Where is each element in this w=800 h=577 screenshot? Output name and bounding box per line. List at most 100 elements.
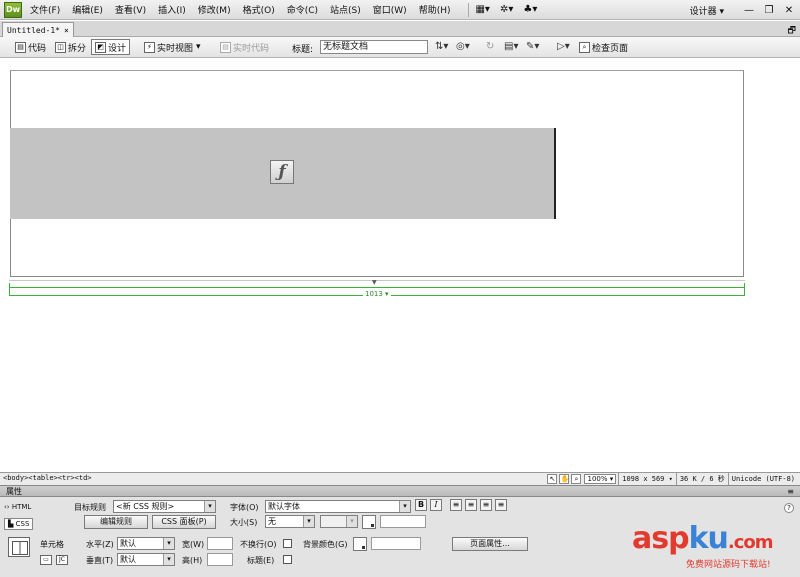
split-view-label: 拆分 xyxy=(68,43,87,54)
document-title-input[interactable]: 无标题文档 xyxy=(320,40,428,54)
layout-icon[interactable]: ▦▾ xyxy=(475,4,489,15)
html-tab[interactable]: ‹› HTML xyxy=(4,503,31,511)
dreamweaver-logo: Dw xyxy=(4,1,22,18)
live-code-button[interactable]: ▤ 实时代码 xyxy=(217,39,272,55)
split-view-button[interactable]: ◫ 拆分 xyxy=(52,39,89,55)
live-code-label: 实时代码 xyxy=(233,43,270,54)
font-select[interactable]: 默认字体 xyxy=(265,500,411,513)
maximize-button[interactable]: ❐ xyxy=(762,5,776,16)
menu-view[interactable]: 查看(V) xyxy=(115,3,146,16)
menu-site[interactable]: 站点(S) xyxy=(330,3,361,16)
menu-edit[interactable]: 编辑(E) xyxy=(72,3,103,16)
size-unit-select[interactable] xyxy=(320,515,358,528)
code-view-icon: ▤ xyxy=(15,41,26,53)
tab-untitled-1[interactable]: Untitled-1* × xyxy=(2,22,74,37)
inspect-page-button[interactable]: ⌕ 检查页面 xyxy=(576,39,631,55)
inspect-page-label: 检查页面 xyxy=(592,43,629,54)
bg-color-label: 背景颜色(G) xyxy=(303,540,348,549)
site-icon[interactable]: ♣▾ xyxy=(523,4,537,15)
align-center-button[interactable]: ≡ xyxy=(465,499,477,511)
table-width-guide[interactable]: ▼ 1013 ▾ xyxy=(9,279,745,298)
code-view-button[interactable]: ▤ 代码 xyxy=(12,39,49,55)
refresh-icon[interactable]: ↻ xyxy=(486,41,494,52)
align-left-button[interactable]: ≡ xyxy=(450,499,462,511)
flash-object[interactable]: ƒ xyxy=(10,128,556,219)
merge-cells-icon[interactable]: ▭ xyxy=(40,555,52,565)
live-view-dropdown-icon[interactable]: ▾ xyxy=(196,42,201,52)
width-guide-left-cap xyxy=(9,283,10,295)
html-icon: ‹› xyxy=(4,503,12,511)
bg-color-swatch[interactable] xyxy=(353,537,367,551)
text-color-input[interactable] xyxy=(380,515,426,528)
inspect-page-icon: ⌕ xyxy=(579,41,590,53)
tab-close-icon[interactable]: × xyxy=(64,26,69,35)
cell-icon xyxy=(8,537,30,557)
select-tool-icon[interactable]: ↖ xyxy=(547,474,558,484)
panel-options-icon[interactable]: ≡ xyxy=(787,486,794,497)
visual-aids-icon[interactable]: ✎▾ xyxy=(526,41,539,52)
help-icon[interactable]: ? xyxy=(784,503,794,513)
properties-panel: ‹› HTML ▙ CSS 目标规则 <新 CSS 规则> 编辑规则 CSS 面… xyxy=(0,497,800,577)
vert-label: 垂直(T) xyxy=(86,556,114,565)
gear-icon[interactable]: ✲▾ xyxy=(500,4,513,15)
menu-bar: Dw 文件(F) 编辑(E) 查看(V) 插入(I) 修改(M) 格式(O) 命… xyxy=(0,0,800,20)
menu-window[interactable]: 窗口(W) xyxy=(373,3,407,16)
zoom-tool-icon[interactable]: ⌕ xyxy=(571,474,582,484)
split-view-icon: ◫ xyxy=(55,41,66,53)
document-tab-bar: Untitled-1* × 🗗 xyxy=(0,21,800,37)
validate-markup-icon[interactable]: ▷▾ xyxy=(557,41,570,52)
cell-width-input[interactable] xyxy=(207,537,233,550)
height-label: 高(H) xyxy=(182,556,203,565)
window-size[interactable]: 1098 x 569 ▾ xyxy=(618,473,676,485)
menu-help[interactable]: 帮助(H) xyxy=(419,3,451,16)
menu-modify[interactable]: 修改(M) xyxy=(198,3,231,16)
menu-file[interactable]: 文件(F) xyxy=(30,3,60,16)
minimize-button[interactable]: — xyxy=(742,5,756,16)
split-cell-icon[interactable]: J̄C xyxy=(56,555,68,565)
target-rule-select[interactable]: <新 CSS 规则> xyxy=(113,500,216,513)
width-label: 宽(W) xyxy=(182,540,205,549)
properties-panel-header[interactable]: 属性 ≡ xyxy=(0,485,800,497)
zoom-select[interactable]: 100% ▾ xyxy=(584,474,617,484)
window-size-value: 1098 x 569 xyxy=(622,475,665,483)
preview-browser-icon[interactable]: ◎▾ xyxy=(456,41,470,52)
justify-button[interactable]: ≡ xyxy=(495,499,507,511)
code-view-label: 代码 xyxy=(28,43,47,54)
nowrap-checkbox[interactable] xyxy=(283,539,292,548)
italic-button[interactable]: I xyxy=(430,499,442,511)
css-panel-button[interactable]: CSS 面板(P) xyxy=(152,515,216,529)
design-canvas[interactable]: ƒ ▼ 1013 ▾ xyxy=(0,59,800,472)
header-checkbox[interactable] xyxy=(283,555,292,564)
view-options-icon[interactable]: ▤▾ xyxy=(504,41,518,52)
menu-insert[interactable]: 插入(I) xyxy=(158,3,186,16)
tag-selector[interactable]: <body><table><tr><td> xyxy=(3,474,92,482)
workspace-switcher[interactable]: 设计器 ▾ xyxy=(690,4,724,17)
vert-select[interactable]: 默认 xyxy=(117,553,175,566)
cell-height-input[interactable] xyxy=(207,553,233,566)
table-width-label[interactable]: 1013 ▾ xyxy=(363,290,391,298)
tab-label: Untitled-1* xyxy=(7,25,60,35)
design-view-icon: ◩ xyxy=(95,41,106,53)
edit-rule-button[interactable]: 编辑规则 xyxy=(84,515,148,529)
horz-select[interactable]: 默认 xyxy=(117,537,175,550)
size-select[interactable]: 无 xyxy=(265,515,315,528)
html-tab-label: HTML xyxy=(11,503,32,511)
bold-button[interactable]: B xyxy=(415,499,427,511)
hand-tool-icon[interactable]: ✋ xyxy=(559,474,570,484)
live-view-button[interactable]: ⚡ 实时视图 ▾ xyxy=(141,39,204,55)
page-properties-button[interactable]: 页面属性... xyxy=(452,537,528,551)
file-management-icon[interactable]: ⇅▾ xyxy=(435,41,448,52)
zoom-value: 100% xyxy=(587,475,608,483)
close-button[interactable]: ✕ xyxy=(782,5,796,16)
menu-format[interactable]: 格式(O) xyxy=(243,3,275,16)
design-view-button[interactable]: ◩ 设计 xyxy=(91,39,131,55)
menu-commands[interactable]: 命令(C) xyxy=(287,3,318,16)
target-rule-label: 目标规则 xyxy=(74,503,106,512)
horz-label: 水平(Z) xyxy=(86,540,114,549)
text-color-swatch[interactable] xyxy=(362,515,376,529)
align-right-button[interactable]: ≡ xyxy=(480,499,492,511)
properties-title: 属性 xyxy=(6,487,22,496)
size-label: 大小(S) xyxy=(230,518,258,527)
css-tab[interactable]: ▙ CSS xyxy=(4,518,34,530)
bg-color-input[interactable] xyxy=(371,537,421,550)
